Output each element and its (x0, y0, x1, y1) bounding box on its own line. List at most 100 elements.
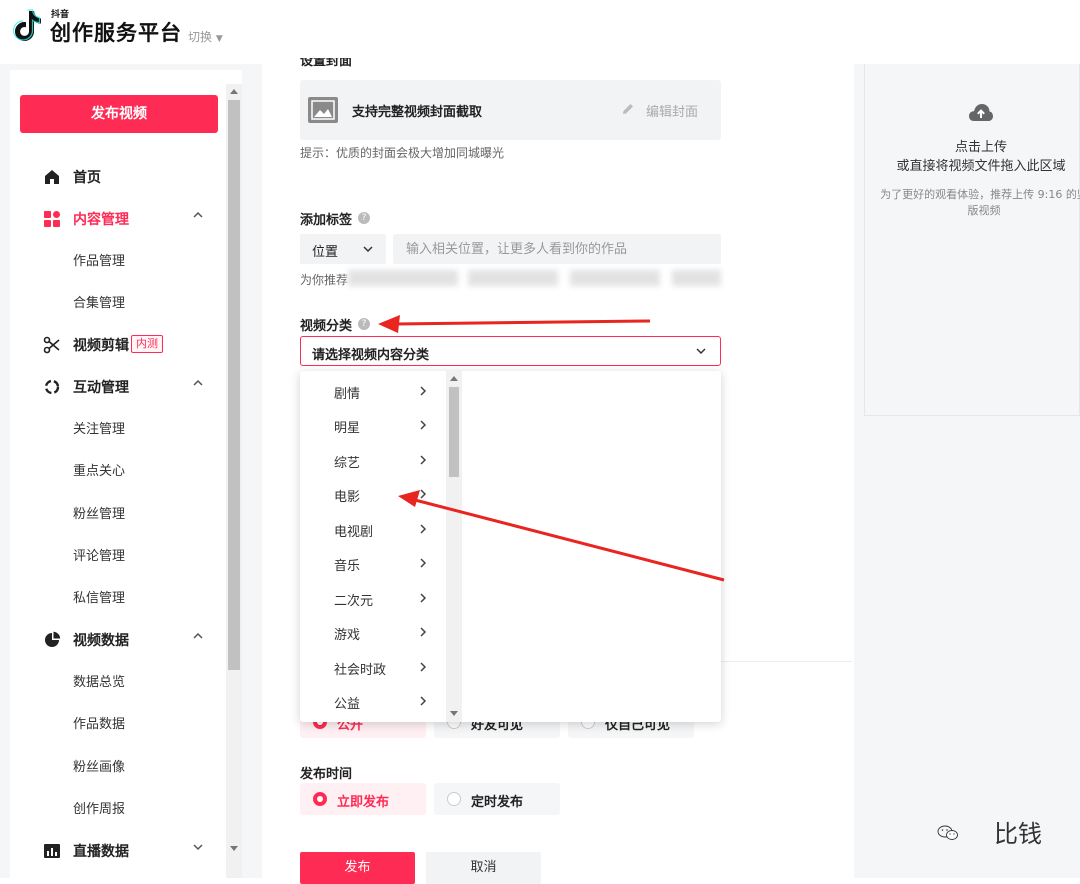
edit-cover-link[interactable]: 编辑封面 (646, 101, 698, 120)
sidebar-item-follow[interactable]: 关注管理 (73, 418, 125, 437)
pencil-icon (623, 104, 633, 114)
recommend-tag-blurred[interactable] (672, 270, 721, 286)
sidebar-item-content[interactable]: 内容管理 (10, 200, 226, 236)
cloud-upload-icon (969, 104, 993, 121)
category-option-label: 游戏 (334, 628, 361, 643)
sidebar-item-video-data[interactable]: 视频数据 (10, 621, 226, 657)
chevron-right-icon (420, 524, 427, 534)
chevron-right-icon (420, 593, 427, 603)
sidebar-item-messages[interactable]: 私信管理 (73, 587, 125, 606)
category-option-label: 公益 (334, 697, 361, 712)
publish-now-radio[interactable]: 立即发布 (300, 783, 426, 815)
beta-badge: 内测 (131, 335, 163, 353)
bar-chart-icon (44, 844, 60, 858)
sidebar-item-home[interactable]: 首页 (10, 158, 226, 194)
chevron-right-icon (420, 558, 427, 568)
category-option[interactable]: 剧情 (300, 377, 446, 407)
location-select-label: 位置 (312, 245, 339, 260)
publish-now-label: 立即发布 (337, 795, 390, 810)
category-option[interactable]: 社会时政 (300, 653, 446, 683)
scroll-down-arrow-icon[interactable] (230, 846, 238, 851)
sidebar-item-data-overview[interactable]: 数据总览 (73, 671, 125, 690)
wechat-watermark-icon (937, 825, 958, 840)
sidebar-item-fans-profile[interactable]: 粉丝画像 (73, 756, 125, 775)
category-option-label: 二次元 (334, 594, 374, 609)
category-option-label: 明星 (334, 421, 361, 436)
sidebar-item-live-data[interactable]: 直播数据 (10, 832, 226, 868)
sidebar-item-label: 内容管理 (73, 212, 129, 228)
top-header: 抖音 创作服务平台 切换 ▼ (0, 0, 1080, 64)
sidebar-item-works[interactable]: 作品管理 (73, 250, 125, 269)
category-option[interactable]: 电视剧 (300, 515, 446, 545)
category-option-label: 电视剧 (334, 525, 374, 540)
publish-scheduled-radio[interactable]: 定时发布 (434, 783, 560, 815)
category-option-label: 综艺 (334, 456, 361, 471)
sidebar-item-works-data[interactable]: 作品数据 (73, 713, 125, 732)
upload-subtitle: 或直接将视频文件拖入此区域 (896, 159, 1066, 174)
chevron-right-icon (420, 627, 427, 637)
recommend-prefix: 为你推荐 (300, 273, 349, 287)
switch-dropdown[interactable]: 切换 ▼ (188, 28, 223, 45)
category-option[interactable]: 公益 (300, 687, 446, 717)
sidebar-item-collections[interactable]: 合集管理 (73, 292, 125, 311)
category-option[interactable]: 音乐 (300, 549, 446, 579)
sidebar-item-key-care[interactable]: 重点关心 (73, 460, 125, 479)
sidebar-item-comments[interactable]: 评论管理 (73, 545, 125, 564)
cancel-button[interactable]: 取消 (426, 852, 541, 884)
recommend-tag-blurred[interactable] (348, 270, 458, 286)
switch-label: 切换 (188, 30, 213, 44)
help-icon[interactable]: ? (358, 212, 370, 224)
category-option[interactable]: 综艺 (300, 446, 446, 476)
sidebar-scrollbar-thumb[interactable] (228, 100, 240, 670)
category-option[interactable]: 二次元 (300, 584, 446, 614)
chevron-right-icon (420, 489, 427, 499)
help-icon[interactable]: ? (358, 318, 370, 330)
location-input[interactable] (393, 234, 721, 264)
publish-video-button[interactable]: 发布视频 (20, 95, 218, 133)
chevron-right-icon (420, 420, 427, 430)
recommend-tag-blurred[interactable] (468, 270, 558, 286)
cover-hint: 提示：优质的封面会极大增加同城曝光 (300, 146, 505, 160)
publish-time-label: 发布时间 (300, 767, 353, 782)
publish-scheduled-label: 定时发布 (471, 795, 524, 810)
scroll-up-arrow-icon[interactable] (450, 376, 458, 381)
chevron-right-icon (420, 696, 427, 706)
platform-title: 创作服务平台 (50, 21, 182, 45)
category-select[interactable]: 请选择视频内容分类 (300, 336, 721, 366)
interaction-icon (44, 379, 60, 395)
category-label: 视频分类 (300, 319, 353, 334)
recommend-tag-blurred[interactable] (570, 270, 660, 286)
sidebar-item-weekly[interactable]: 创作周报 (73, 798, 125, 817)
upload-area[interactable]: 点击上传 或直接将视频文件拖入此区域 为了更好的观看体验，推荐上传 9:16 的… (864, 64, 1080, 416)
category-option-label: 音乐 (334, 559, 361, 574)
scroll-down-arrow-icon[interactable] (450, 711, 458, 716)
sidebar-item-label: 视频数据 (73, 633, 129, 649)
sidebar-item-interaction[interactable]: 互动管理 (10, 368, 226, 404)
caret-down-icon: ▼ (215, 34, 223, 44)
chevron-up-icon (193, 211, 203, 218)
sidebar-item-label: 直播数据 (73, 844, 129, 860)
sidebar: 发布视频 首页 内容管理 作品管理 合集管理 视频剪辑 内测 互动管理 关注管理… (10, 70, 242, 878)
category-option[interactable]: 明星 (300, 411, 446, 441)
sidebar-item-fans[interactable]: 粉丝管理 (73, 503, 125, 522)
upload-title: 点击上传 (954, 140, 1007, 155)
chevron-up-icon (193, 632, 203, 639)
chevron-down-icon (193, 844, 203, 851)
location-select[interactable]: 位置 (300, 234, 386, 264)
cover-selector[interactable]: 支持完整视频封面截取 编辑封面 (300, 80, 721, 140)
category-option[interactable]: 游戏 (300, 618, 446, 648)
category-option[interactable]: 电影 (300, 480, 446, 510)
sidebar-item-video-edit[interactable]: 视频剪辑 内测 (10, 326, 226, 362)
cover-label: 设置封面 (300, 58, 353, 69)
tiktok-logo-icon[interactable] (12, 8, 42, 44)
category-dropdown: 剧情 明星 综艺 电影 电视剧 音乐 二次元 游戏 社会时政 公益 (300, 371, 721, 722)
dropdown-scrollbar-thumb[interactable] (449, 387, 459, 477)
cover-text: 支持完整视频封面截取 (352, 105, 483, 120)
grid-icon (44, 211, 60, 227)
scroll-up-arrow-icon[interactable] (230, 89, 238, 94)
publish-button[interactable]: 发布 (300, 852, 415, 884)
chevron-down-icon (696, 348, 706, 355)
chevron-up-icon (193, 379, 203, 386)
radio-checked-icon (313, 792, 327, 806)
home-icon (45, 170, 59, 184)
